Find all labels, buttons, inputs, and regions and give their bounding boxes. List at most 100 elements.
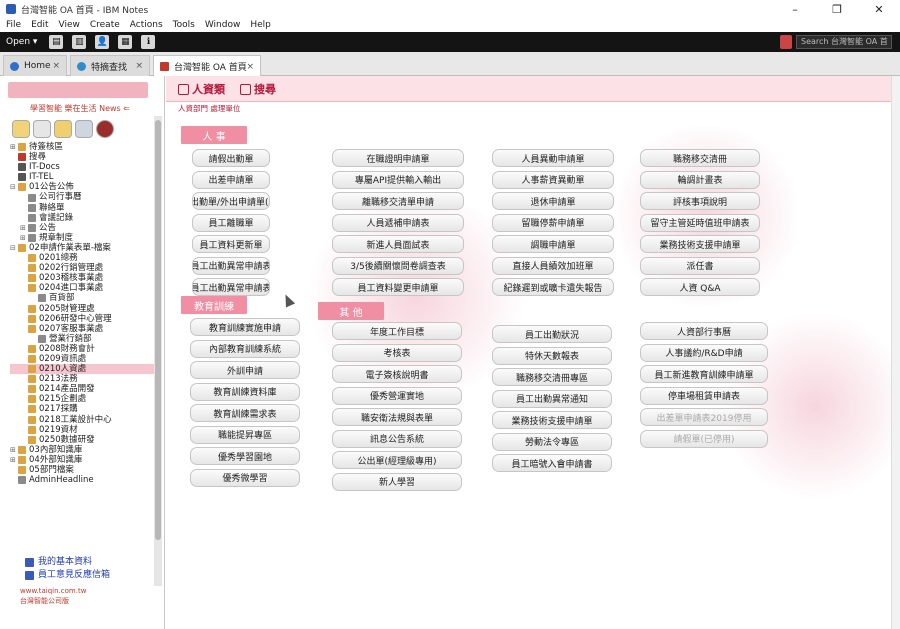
tab-search-page[interactable]: 搜尋: [240, 81, 276, 97]
form-button[interactable]: 勞動法令專區: [492, 432, 612, 451]
form-button[interactable]: 考核表: [332, 343, 462, 362]
form-button[interactable]: 新進人員面試表: [332, 235, 464, 253]
tree-item[interactable]: ⊟ 02申請作業表單-檔案: [10, 243, 155, 253]
tree-item[interactable]: 0214產品開發: [10, 384, 155, 394]
form-button[interactable]: 評核事項說明: [640, 192, 760, 210]
form-button[interactable]: 人員異動申請單: [492, 149, 614, 167]
form-button[interactable]: 員工離職單: [192, 213, 270, 232]
form-button[interactable]: 業務技術支援申請單: [492, 411, 612, 429]
expand-toggle-icon[interactable]: ⊟: [10, 243, 18, 253]
tree-item[interactable]: 0203稽核事業處: [10, 273, 155, 283]
document-shortcut-icon[interactable]: [33, 120, 51, 138]
tree-item[interactable]: 營業行銷部: [10, 334, 155, 344]
info-icon[interactable]: ℹ: [141, 35, 156, 49]
tree-item[interactable]: 搜尋: [10, 152, 155, 162]
tree-item[interactable]: ⊞ 待簽核區: [10, 142, 155, 152]
menu-create[interactable]: Create: [90, 20, 120, 30]
form-button[interactable]: 業務技術支援申請單: [640, 235, 760, 253]
tree-item[interactable]: 聯絡單: [10, 203, 155, 213]
expand-toggle-icon[interactable]: ⊞: [10, 445, 18, 455]
form-button[interactable]: 退休申請單: [492, 192, 614, 210]
tree-item[interactable]: 公司行事曆: [10, 192, 155, 202]
tree-item[interactable]: 百貨部: [10, 293, 155, 303]
tree-item[interactable]: IT-TEL: [10, 172, 155, 182]
close-icon[interactable]: ×: [246, 62, 254, 72]
tree-item[interactable]: 0217採購: [10, 404, 155, 414]
form-button[interactable]: 電子簽核說明書: [332, 365, 462, 383]
tree-item[interactable]: 0250數據研發: [10, 435, 155, 445]
tree-item[interactable]: 0204進口事業處: [10, 283, 155, 293]
form-button[interactable]: 員工新進教育訓練申請單: [640, 365, 768, 383]
form-button[interactable]: 內部教育訓練系統: [190, 339, 300, 358]
tree-item[interactable]: ⊞ 03內部知識庫: [10, 445, 155, 455]
expand-toggle-icon[interactable]: ⊞: [20, 233, 28, 243]
expand-toggle-icon[interactable]: ⊞: [10, 455, 18, 465]
expand-toggle-icon[interactable]: ⊟: [10, 182, 18, 192]
form-button[interactable]: 優秀微學習: [190, 468, 300, 487]
form-button[interactable]: 在職證明申請單: [332, 149, 464, 167]
form-button[interactable]: 請假單(已停用): [640, 429, 768, 448]
form-button[interactable]: 員工資料變更申請單: [332, 278, 464, 296]
form-button[interactable]: 3/5後續關懷問卷調查表: [332, 256, 464, 275]
tree-item[interactable]: AdminHeadline: [10, 475, 155, 485]
expand-toggle-icon[interactable]: ⊞: [10, 142, 18, 152]
form-button[interactable]: 教育訓練需求表: [190, 404, 300, 422]
feedback-link[interactable]: 員工意見反應信箱: [25, 569, 110, 582]
tree-item[interactable]: 會議記錄: [10, 213, 155, 223]
form-button[interactable]: 優秀學習園地: [190, 447, 300, 465]
tree-item[interactable]: 0202行銷管理處: [10, 263, 155, 273]
contacts-icon[interactable]: 👤: [95, 35, 110, 49]
close-icon[interactable]: ×: [135, 61, 143, 71]
form-button[interactable]: 員工出勤異常申請表: [192, 278, 270, 296]
form-button[interactable]: 員工資料更新單: [192, 235, 270, 253]
close-icon[interactable]: ×: [52, 61, 60, 71]
minimize-button[interactable]: –: [774, 0, 816, 18]
menu-actions[interactable]: Actions: [130, 20, 163, 30]
form-button[interactable]: 員工出勤狀況: [492, 325, 612, 343]
form-button[interactable]: 離職移交清單申請: [332, 192, 464, 210]
sidebar-scroll-thumb[interactable]: [155, 120, 161, 540]
tree-item[interactable]: ⊞ 規章制度: [10, 233, 155, 243]
close-window-button[interactable]: ✕: [858, 0, 900, 18]
menu-view[interactable]: View: [59, 20, 80, 30]
form-button[interactable]: 出差單申請表2019停用: [640, 408, 768, 426]
form-button[interactable]: 職務移交清冊專區: [492, 368, 612, 386]
open-button[interactable]: Open ▾: [6, 37, 37, 47]
form-button[interactable]: 職能提昇專區: [190, 425, 300, 444]
form-button[interactable]: 人事薪資異動單: [492, 170, 614, 189]
menu-window[interactable]: Window: [205, 20, 241, 30]
tree-item[interactable]: 0205財管理處: [10, 304, 155, 314]
tree-item[interactable]: 0210人資處: [10, 364, 155, 375]
form-button[interactable]: 輪調計畫表: [640, 170, 760, 189]
form-button[interactable]: 專屬API提供輸入輸出: [332, 170, 464, 189]
search-input[interactable]: Search 台灣智能 OA 首: [796, 35, 892, 49]
form-button[interactable]: 訊息公告系統: [332, 429, 462, 448]
form-button[interactable]: 請假出勤單: [192, 149, 270, 167]
user-shortcut-icon[interactable]: [96, 120, 114, 138]
tree-item[interactable]: ⊞ 公告: [10, 223, 155, 233]
tree-item[interactable]: 05部門檔案: [10, 465, 155, 475]
form-button[interactable]: 留守主管延時值班申請表: [640, 213, 760, 232]
form-button[interactable]: 公出單(經理級專用): [332, 451, 462, 469]
folder-shortcut-icon[interactable]: [54, 120, 72, 138]
tree-item[interactable]: ⊟ 01公告公佈: [10, 182, 155, 192]
news-link[interactable]: 學習智能 樂在生活 News ⇐: [30, 103, 130, 114]
tab-search[interactable]: 特摘查找 ×: [70, 55, 150, 76]
form-button[interactable]: 年度工作目標: [332, 322, 462, 340]
my-profile-link[interactable]: 我的基本資料: [25, 556, 110, 569]
form-button[interactable]: 職務移交清冊: [640, 149, 760, 167]
form-button[interactable]: 人資 Q&A: [640, 278, 760, 296]
main-scrollbar[interactable]: [891, 76, 900, 629]
tab-home[interactable]: Home ×: [3, 55, 67, 76]
form-button[interactable]: 派任書: [640, 256, 760, 275]
tree-item[interactable]: 0207客服事業處: [10, 324, 155, 334]
tree-item[interactable]: 0218工業設計中心: [10, 415, 155, 425]
tree-item[interactable]: 0219資材: [10, 425, 155, 435]
calendar-icon[interactable]: ▥: [72, 35, 87, 49]
form-button[interactable]: 特休天數報表: [492, 346, 612, 365]
form-button[interactable]: 新人學習: [332, 472, 462, 491]
form-button[interactable]: 人資部行事曆: [640, 322, 768, 340]
tree-item[interactable]: 0213法務: [10, 374, 155, 384]
tab-hr[interactable]: 人資類: [178, 81, 225, 97]
form-button[interactable]: 員工出勤異常通知: [492, 389, 612, 408]
